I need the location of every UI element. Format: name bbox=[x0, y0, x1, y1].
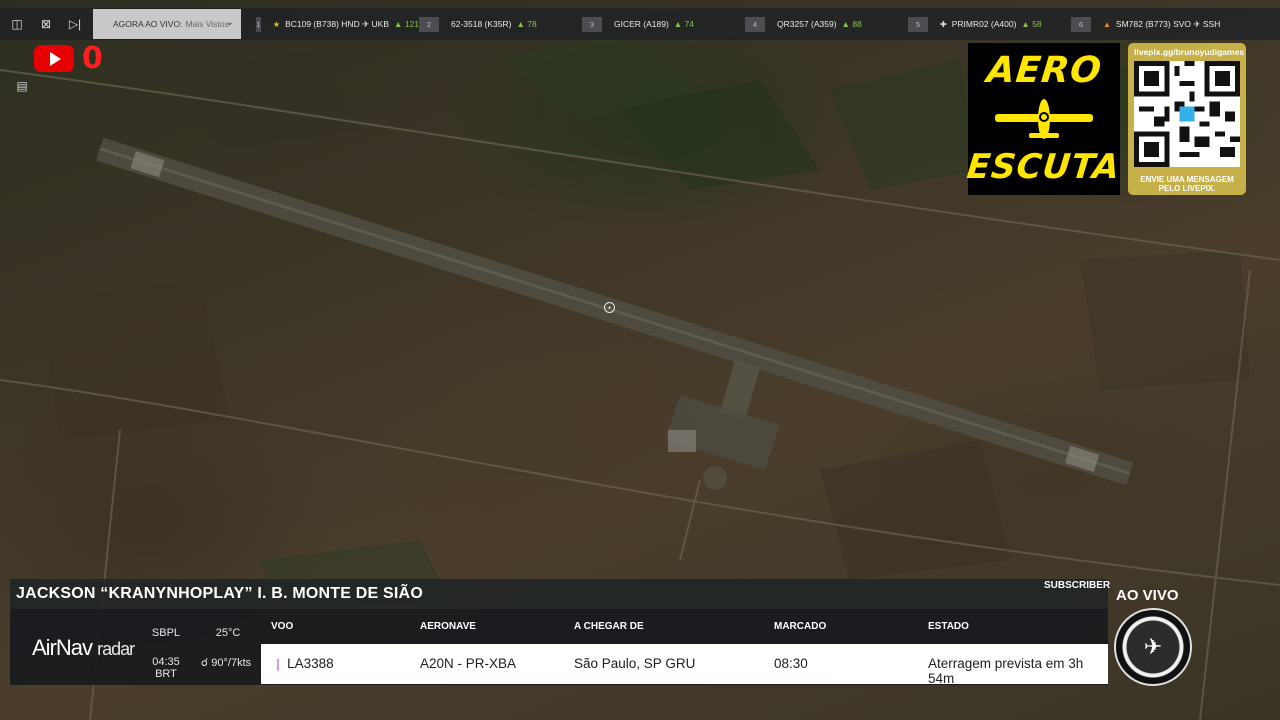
temperature: 25°C bbox=[215, 627, 241, 639]
aero-logo-line1: AERO bbox=[984, 50, 1104, 91]
tab-number: 6 bbox=[1071, 16, 1091, 32]
livepix-url: livepix.gg/brunoyudigames bbox=[1134, 47, 1245, 57]
tab-route: QR3257 (A359) bbox=[777, 19, 837, 29]
flight-number: ❘ LA3388 bbox=[273, 656, 334, 671]
tab-number: 3 bbox=[582, 16, 602, 32]
origin-value: São Paulo, SP GRU bbox=[574, 656, 696, 671]
livepix-message: ENVIE UMA MENSAGEM PELO LIVEPIX. bbox=[1140, 175, 1234, 193]
flight-tab-6[interactable]: 6 ▲ SM782 (B773) SVO ✈ SSH bbox=[1071, 8, 1234, 40]
airnav-panel: AirNav radar SBPL 25°C 04:35 BRT ☌ 90°/7… bbox=[10, 609, 1108, 686]
flight-row[interactable]: ❘ LA3388 A20N - PR-XBA São Paulo, SP GRU … bbox=[261, 644, 1108, 686]
status-value: Aterragem prevista em 3h 54m bbox=[928, 656, 1084, 686]
live-now-dropdown[interactable]: AGORA AO VIVO: Mais Vistos ⌄ bbox=[93, 9, 241, 39]
wind: ☌ 90°/7kts bbox=[200, 657, 252, 669]
stream-title: JACKSON “KRANYNHOPLAY” I. B. MONTE DE SI… bbox=[10, 579, 1108, 609]
header-flight: VOO bbox=[271, 621, 294, 632]
tab-viewers: ▲ 58 bbox=[1021, 19, 1042, 29]
youtube-icon bbox=[34, 45, 74, 72]
header-scheduled: MARCADO bbox=[774, 621, 827, 632]
tab-route: GICER (A189) bbox=[614, 19, 669, 29]
header-status: ESTADO bbox=[928, 621, 969, 632]
ao-vivo-label: AO VIVO bbox=[1116, 587, 1179, 604]
airport-code: SBPL bbox=[151, 627, 181, 639]
tab-number: 4 bbox=[745, 16, 765, 32]
flight-icon: ❘ bbox=[273, 657, 284, 671]
list-icon[interactable]: ▤ bbox=[10, 74, 34, 98]
youtube-live-count: 0 bbox=[82, 41, 103, 76]
tab-number: 2 bbox=[419, 16, 439, 32]
top-tab-bar: ◫ ⊠ ▷| AGORA AO VIVO: Mais Vistos ⌄ 1 ★ … bbox=[0, 8, 1280, 40]
header-aircraft: AERONAVE bbox=[420, 621, 476, 632]
flight-tab-4[interactable]: 4 QR3257 (A359) ▲ 88 bbox=[745, 8, 908, 40]
channel-badge-logo: ✈ bbox=[1114, 608, 1192, 686]
skip-next-icon[interactable]: ▷| bbox=[63, 13, 87, 35]
tab-viewers: ▲ 88 bbox=[841, 19, 862, 29]
tab-viewers: ▲ 121 bbox=[394, 19, 419, 29]
tab-viewers: ▲ 74 bbox=[673, 19, 695, 29]
tab-route: BC109 (B738) HND ✈ UKB bbox=[285, 18, 390, 29]
warning-icon: ▲ bbox=[1103, 19, 1111, 29]
aero-escuta-logo: AERO ESCUTA bbox=[965, 43, 1123, 195]
aircraft-value: A20N - PR-XBA bbox=[420, 656, 517, 671]
live-prefix: AGORA AO VIVO: bbox=[113, 19, 183, 29]
qr-code bbox=[1134, 61, 1240, 167]
wind-icon: ☌ bbox=[200, 657, 209, 669]
live-value: Mais Vistos bbox=[185, 19, 229, 29]
flight-tab-5[interactable]: 5 ✚ PRIMR02 (A400) ▲ 58 bbox=[908, 8, 1071, 40]
header-from: A CHEGAR DE bbox=[574, 621, 644, 632]
tab-route: PRIMR02 (A400) bbox=[951, 19, 1017, 29]
chevron-down-icon: ⌄ bbox=[225, 17, 234, 28]
sidebar-toggle-icon[interactable]: ◫ bbox=[5, 13, 29, 35]
subscriber-label: SUBSCRIBER bbox=[1044, 580, 1111, 591]
plane-icon bbox=[995, 99, 1093, 139]
map-pin-icon[interactable]: ● bbox=[604, 302, 615, 313]
tab-number: 1 bbox=[256, 16, 261, 32]
tab-route: SM782 (B773) SVO ✈ SSH bbox=[1115, 18, 1221, 29]
flight-tab-1[interactable]: 1 ★ BC109 (B738) HND ✈ UKB ▲ 121 bbox=[256, 8, 419, 40]
aero-logo-line2: ESCUTA bbox=[965, 147, 1123, 187]
scheduled-value: 08:30 bbox=[774, 656, 808, 671]
plus-icon: ✚ bbox=[940, 19, 947, 29]
local-time: 04:35 BRT bbox=[152, 656, 180, 680]
close-window-icon[interactable]: ⊠ bbox=[34, 13, 58, 35]
tab-route: 62-3518 (K35R) bbox=[451, 19, 512, 29]
star-icon: ★ bbox=[272, 19, 281, 29]
flight-tab-3[interactable]: 3 GICER (A189) ▲ 74 bbox=[582, 8, 745, 40]
flight-tabs: 1 ★ BC109 (B738) HND ✈ UKB ▲ 121 2 62-35… bbox=[256, 8, 1234, 40]
flight-tab-2[interactable]: 2 62-3518 (K35R) ▲ 78 bbox=[419, 8, 582, 40]
livepix-qr-panel[interactable]: livepix.gg/brunoyudigames ENVIE UMA MENS… bbox=[1128, 43, 1246, 195]
tab-number: 5 bbox=[908, 16, 928, 32]
airnav-brand: AirNav radar bbox=[32, 635, 135, 660]
tab-viewers: ▲ 78 bbox=[516, 19, 537, 29]
